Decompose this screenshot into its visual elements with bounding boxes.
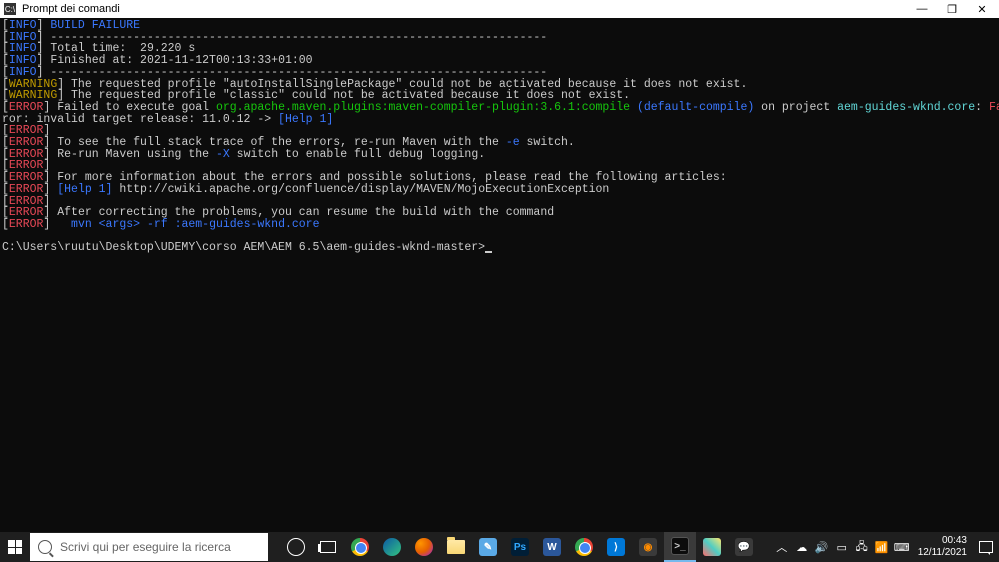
taskview-icon: [320, 541, 336, 553]
paint-app[interactable]: [696, 532, 728, 562]
word-app[interactable]: W: [536, 532, 568, 562]
vscode-app[interactable]: ⟩: [600, 532, 632, 562]
cmd-app-icon: >_: [671, 537, 689, 555]
system-tray: ︿ ☁ 🔊 ▭ 🖧 📶 ⌨ 00:43 12/11/2021: [772, 532, 999, 562]
taskview-button[interactable]: [312, 532, 344, 562]
edge-app[interactable]: [376, 532, 408, 562]
chat-icon: 💬: [735, 538, 753, 556]
terminal-line: ror: invalid target release: 11.0.12 -> …: [2, 114, 997, 126]
notepad-app[interactable]: ✎: [472, 532, 504, 562]
chrome-app-2[interactable]: [568, 532, 600, 562]
terminal-output[interactable]: [INFO] BUILD FAILURE[INFO] -------------…: [0, 18, 999, 256]
vscode-icon: ⟩: [607, 538, 625, 556]
terminal-prompt[interactable]: C:\Users\ruutu\Desktop\UDEMY\corso AEM\A…: [2, 242, 997, 254]
chat-app[interactable]: 💬: [728, 532, 760, 562]
cortana-button[interactable]: [280, 532, 312, 562]
close-button[interactable]: ✕: [975, 3, 989, 16]
maximize-button[interactable]: ❐: [945, 3, 959, 16]
tray-chevron-icon[interactable]: ︿: [772, 539, 792, 555]
window-titlebar: C:\ Prompt dei comandi — ❐ ✕: [0, 0, 999, 18]
notepad-icon: ✎: [479, 538, 497, 556]
folder-icon: [447, 540, 465, 554]
chrome-icon: [575, 538, 593, 556]
taskbar-apps: ✎ Ps W ⟩ ◉ >_ 💬: [280, 532, 760, 562]
cmd-app[interactable]: >_: [664, 532, 696, 562]
chrome-app[interactable]: [344, 532, 376, 562]
app-orange[interactable]: ◉: [632, 532, 664, 562]
firefox-app[interactable]: [408, 532, 440, 562]
chrome-icon: [351, 538, 369, 556]
windows-logo-icon: [8, 540, 22, 554]
taskbar-clock[interactable]: 00:43 12/11/2021: [912, 535, 973, 559]
terminal-line: [ERROR] mvn <args> -rf :aem-guides-wknd.…: [2, 219, 997, 231]
clock-date: 12/11/2021: [918, 547, 967, 559]
tray-network-icon[interactable]: 🖧: [852, 538, 872, 557]
terminal-line: [ERROR] Re-run Maven using the -X switch…: [2, 149, 997, 161]
tray-battery-icon[interactable]: ▭: [832, 541, 852, 554]
search-placeholder: Scrivi qui per eseguire la ricerca: [60, 540, 231, 554]
tray-volume-icon[interactable]: 🔊: [812, 541, 832, 554]
word-icon: W: [543, 538, 561, 556]
edge-icon: [383, 538, 401, 556]
minimize-button[interactable]: —: [915, 3, 929, 16]
firefox-icon: [415, 538, 433, 556]
photoshop-icon: Ps: [511, 538, 529, 556]
taskbar: Scrivi qui per eseguire la ricerca ✎ Ps …: [0, 532, 999, 562]
window-title: Prompt dei comandi: [22, 3, 120, 15]
action-center-button[interactable]: [973, 541, 999, 553]
terminal-line: [ERROR] [Help 1] http://cwiki.apache.org…: [2, 184, 997, 196]
cursor: [485, 251, 492, 253]
notification-icon: [979, 541, 993, 553]
circle-icon: [287, 538, 305, 556]
photoshop-app[interactable]: Ps: [504, 532, 536, 562]
explorer-app[interactable]: [440, 532, 472, 562]
paint-icon: [703, 538, 721, 556]
orange-icon: ◉: [639, 538, 657, 556]
tray-keyboard-icon[interactable]: ⌨: [892, 541, 912, 554]
taskbar-search[interactable]: Scrivi qui per eseguire la ricerca: [30, 533, 268, 561]
tray-wifi-icon[interactable]: 📶: [872, 541, 892, 554]
search-icon: [38, 540, 52, 554]
clock-time: 00:43: [918, 535, 967, 547]
start-button[interactable]: [0, 532, 30, 562]
tray-onedrive-icon[interactable]: ☁: [792, 541, 812, 554]
cmd-icon: C:\: [4, 3, 16, 15]
